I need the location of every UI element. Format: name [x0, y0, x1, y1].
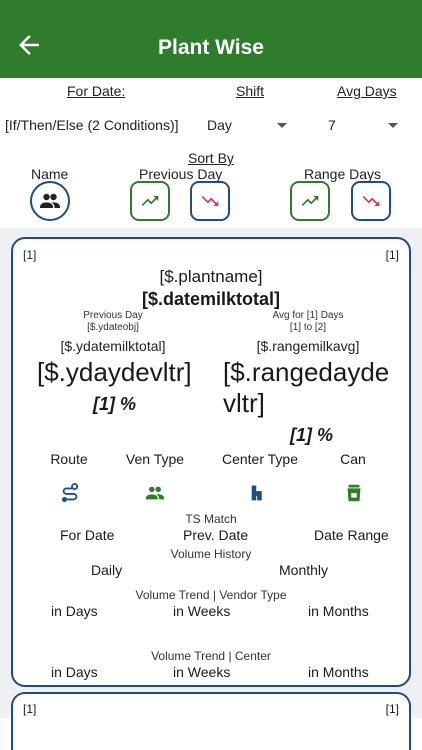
volume-trend-vendor-label: Volume Trend | Vendor Type — [135, 588, 287, 602]
page-title: Plant Wise — [157, 36, 264, 59]
sort-previous-day-down-button[interactable] — [190, 181, 230, 221]
range-label: [1] to [2] — [289, 322, 327, 333]
route-icon[interactable] — [59, 482, 81, 504]
avg-days-dropdown[interactable]: 7 — [328, 117, 398, 135]
sort-by-label: Sort By — [188, 150, 234, 166]
plant-card[interactable]: [1] [1] — [11, 692, 411, 750]
people-icon — [40, 193, 60, 208]
ts-prev-date-link[interactable]: Prev. Date — [183, 527, 248, 543]
volume-trend-center-label: Volume Trend | Center — [151, 649, 271, 663]
center-type-label: Center Type — [221, 451, 298, 467]
sort-name-label: Name — [31, 166, 69, 182]
trending-up-icon — [301, 196, 319, 206]
volume-history-label: Volume History — [170, 547, 252, 561]
chevron-down-icon — [388, 123, 398, 128]
center-trend-months-link[interactable]: in Months — [308, 664, 369, 680]
range-deviation-ltr-line2: vltr] — [223, 388, 265, 418]
date-milk-total: [$.datemilktotal] — [141, 289, 281, 309]
vendor-trend-weeks-link[interactable]: in Weeks — [173, 603, 230, 619]
avg-days-dropdown-value: 7 — [328, 117, 336, 133]
center-trend-weeks-link[interactable]: in Weeks — [173, 664, 230, 680]
shift-label: Shift — [236, 83, 265, 99]
people-icon[interactable] — [144, 482, 166, 504]
trending-down-icon — [362, 196, 380, 206]
chevron-down-icon — [277, 123, 287, 128]
ts-match-label: TS Match — [185, 512, 237, 526]
ts-date-range-link[interactable]: Date Range — [314, 527, 389, 543]
sort-range-days-up-button[interactable] — [290, 181, 330, 221]
shift-dropdown[interactable]: Day — [207, 117, 297, 135]
card-index-right: [1] — [385, 702, 399, 716]
sort-previous-day-label: Previous Day — [139, 166, 223, 182]
avg-days-label: Avg Days — [337, 83, 397, 99]
range-deviation-ltr-line1: [$.rangedayde — [223, 357, 390, 387]
ts-for-date-link[interactable]: For Date — [60, 527, 114, 543]
sort-previous-day-up-button[interactable] — [130, 181, 170, 221]
yesterday-deviation-pct: [1] % — [93, 394, 137, 414]
vendor-trend-months-link[interactable]: in Months — [308, 603, 369, 619]
shift-dropdown-value: Day — [207, 117, 232, 133]
trending-up-icon — [141, 196, 159, 206]
vendor-trend-days-link[interactable]: in Days — [51, 603, 98, 619]
sort-range-days-label: Range Days — [304, 166, 382, 182]
house-icon[interactable] — [248, 482, 270, 504]
card-index-left: [1] — [23, 248, 37, 262]
yesterday-milk-total: [$.ydatemilktotal] — [60, 338, 166, 354]
milk-can-icon[interactable] — [343, 482, 365, 504]
trending-down-icon — [201, 196, 219, 206]
sort-by-name-button[interactable] — [30, 181, 70, 221]
volume-history-daily-link[interactable]: Daily — [91, 562, 122, 578]
card-index-left: [1] — [23, 702, 37, 716]
avg-for-days-label: Avg for [1] Days — [272, 310, 344, 321]
previous-day-label: Previous Day — [83, 310, 143, 321]
card-index-right: [1] — [385, 248, 399, 262]
ven-type-label: Ven Type — [125, 451, 185, 467]
yesterday-date: [$.ydateobj] — [87, 322, 139, 333]
plant-card[interactable]: [1] [1] [$.plantname] [$.datemilktotal] … — [11, 237, 411, 687]
center-trend-days-link[interactable]: in Days — [51, 664, 98, 680]
range-milk-avg: [$.rangemilkavg] — [256, 338, 360, 354]
yesterday-deviation-ltr: [$.ydaydevltr] — [37, 357, 192, 387]
plant-name: [$.plantname] — [159, 267, 263, 286]
volume-history-monthly-link[interactable]: Monthly — [279, 562, 328, 578]
app-bar: Plant Wise — [0, 0, 422, 78]
sort-range-days-down-button[interactable] — [351, 181, 391, 221]
for-date-field[interactable]: [If/Then/Else (2 Conditions)] — [5, 117, 179, 133]
can-label: Can — [340, 451, 366, 467]
range-deviation-pct: [1] % — [290, 425, 334, 445]
for-date-label: For Date: — [67, 83, 126, 99]
route-label: Route — [50, 451, 88, 467]
